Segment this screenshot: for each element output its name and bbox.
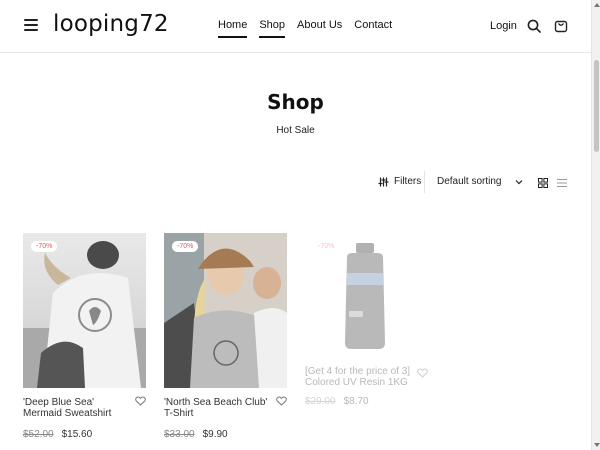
old-price: $52.00 [23, 429, 54, 440]
product-image[interactable]: -70% [305, 233, 428, 358]
discount-badge: -70% [313, 241, 340, 252]
heart-icon[interactable] [135, 396, 146, 406]
product-card[interactable]: -70% 'North Sea Beach Club' T-Shirt $33.… [164, 233, 287, 440]
filters-button[interactable]: Filters [378, 176, 421, 187]
toolbar-divider [424, 171, 425, 193]
nav-contact[interactable]: Contact [354, 19, 392, 38]
old-price: $33.00 [164, 429, 195, 440]
sorting-value: Default sorting [437, 176, 502, 187]
product-name[interactable]: 'North Sea Beach Club' T-Shirt [164, 397, 272, 419]
menu-icon[interactable] [24, 19, 38, 31]
scrollbar-thumb[interactable] [594, 60, 599, 152]
page-subtitle: Hot Sale [276, 125, 315, 136]
login-link[interactable]: Login [490, 20, 517, 32]
chevron-down-icon [516, 179, 523, 184]
nav-shop[interactable]: Shop [259, 19, 286, 38]
product-image[interactable]: -70% [23, 233, 146, 388]
sale-price: $9.90 [202, 429, 228, 440]
page-scrollbar[interactable] [591, 0, 600, 450]
search-icon[interactable] [527, 19, 541, 33]
heart-icon[interactable] [417, 368, 428, 378]
product-prices: $52.00 $15.60 [23, 429, 146, 440]
product-photo-sweatshirt [23, 233, 146, 388]
sale-price: $8.70 [343, 396, 369, 407]
old-price: $29.00 [305, 396, 336, 407]
heart-icon[interactable] [276, 396, 287, 406]
sale-price: $15.60 [61, 429, 93, 440]
cart-icon[interactable] [554, 18, 568, 33]
site-header: looping72 Home Shop About Us Contact Log… [0, 0, 591, 53]
product-card[interactable]: -70% [Get 4 for the price of 3] Colored … [305, 233, 428, 407]
product-name[interactable]: [Get 4 for the price of 3] Colored UV Re… [305, 366, 413, 388]
discount-badge: -70% [31, 241, 58, 252]
filters-icon [378, 177, 389, 186]
nav-about-us[interactable]: About Us [297, 19, 342, 38]
filters-label: Filters [394, 176, 422, 187]
site-logo[interactable]: looping72 [53, 11, 169, 37]
discount-badge: -70% [172, 241, 199, 252]
grid-view-icon[interactable] [538, 178, 548, 188]
scroll-down-icon[interactable] [594, 443, 600, 447]
product-prices: $29.00 $8.70 [305, 396, 428, 407]
product-image[interactable]: -70% [164, 233, 287, 388]
scroll-up-icon[interactable] [594, 3, 600, 7]
product-prices: $33.00 $9.90 [164, 429, 287, 440]
main-nav: Home Shop About Us Contact [218, 19, 392, 38]
page-title: Shop [267, 90, 324, 114]
sorting-select[interactable]: Default sorting [437, 176, 523, 187]
product-card[interactable]: -70% 'Deep Blue Sea' Mermaid Sweatshirt … [23, 233, 146, 440]
product-name[interactable]: 'Deep Blue Sea' Mermaid Sweatshirt [23, 397, 131, 419]
nav-home[interactable]: Home [218, 19, 248, 38]
list-view-icon[interactable] [557, 178, 567, 188]
product-photo-tshirt [164, 233, 287, 388]
